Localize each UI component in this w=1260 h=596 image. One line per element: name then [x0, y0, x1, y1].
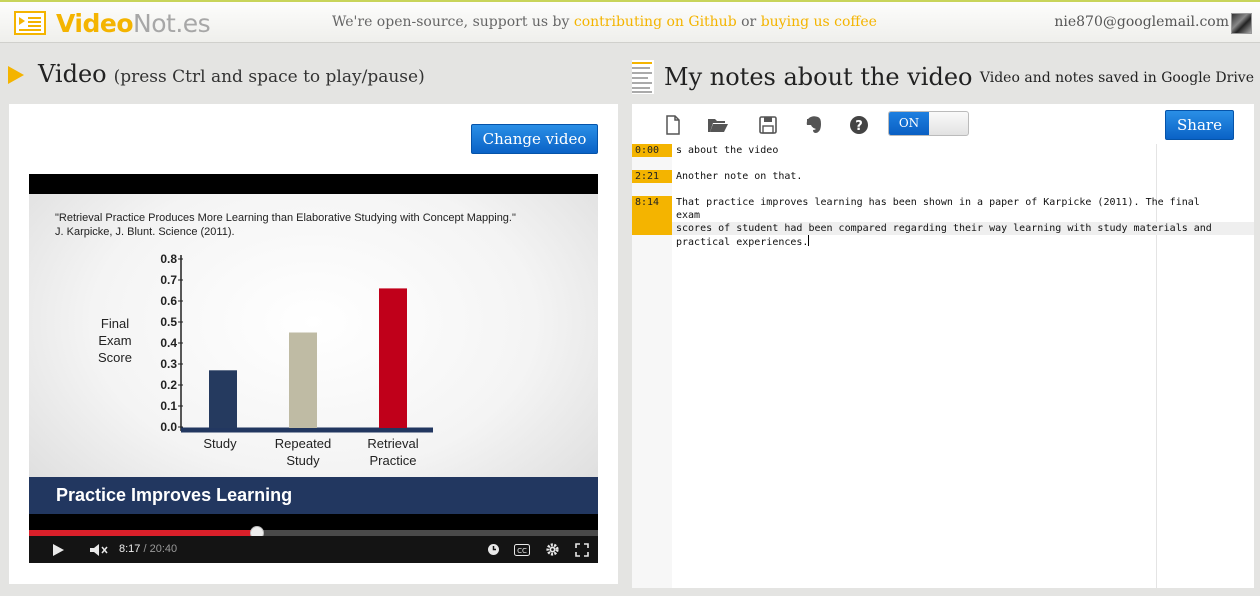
- notes-section-header: My notes about the video: [632, 60, 973, 94]
- svg-text:CC: CC: [517, 547, 527, 555]
- video-panel: Change video 0.0 0.1 0.2 0.3 0.4 0.5 0.6 0.7 0.8…: [9, 104, 618, 584]
- player-controls: 8:17 / 20:40 CC: [29, 536, 598, 563]
- chart-y-tick-label: 0.2: [160, 378, 177, 392]
- chart-x-label: Practice: [370, 453, 417, 468]
- chart-y-tick-label: 0.0: [160, 420, 177, 434]
- notes-icon: [632, 60, 654, 94]
- evernote-button[interactable]: [803, 114, 825, 136]
- video-section-title: Video: [38, 60, 107, 88]
- video-frame: 0.0 0.1 0.2 0.3 0.4 0.5 0.6 0.7 0.8 Final Exam Scor…: [29, 194, 598, 514]
- save-button[interactable]: [757, 114, 779, 136]
- chart-y-tick-label: 0.3: [160, 357, 177, 371]
- share-button[interactable]: Share: [1165, 110, 1234, 140]
- chart-y-tick-label: 0.6: [160, 294, 177, 308]
- video-hint: (press Ctrl and space to play/pause): [113, 67, 425, 87]
- video-player[interactable]: 0.0 0.1 0.2 0.3 0.4 0.5 0.6 0.7 0.8 Final Exam Scor…: [29, 174, 598, 563]
- sync-toggle[interactable]: ON: [888, 111, 969, 136]
- note-timestamp[interactable]: 2:21: [632, 170, 672, 183]
- fullscreen-button[interactable]: [571, 536, 593, 563]
- chart-bar: [379, 288, 407, 428]
- notes-toolbar: ? ON Share: [632, 104, 1254, 144]
- play-triangle-icon: [8, 66, 24, 84]
- note-text[interactable]: s about the video: [676, 144, 1216, 157]
- text-caret: [808, 235, 810, 246]
- note-text[interactable]: Another note on that.: [676, 170, 1216, 183]
- settings-button[interactable]: [541, 536, 563, 563]
- time-display: 8:17 / 20:40: [119, 543, 178, 555]
- volume-button[interactable]: [85, 536, 113, 563]
- chart-y-label: Final: [101, 316, 129, 331]
- chart-y-tick-label: 0.5: [160, 315, 177, 329]
- captions-button[interactable]: CC: [511, 536, 533, 563]
- slide-citation: "Retrieval Practice Produces More Learni…: [55, 212, 516, 238]
- chart-y-tick-label: 0.1: [160, 399, 177, 413]
- slide-chart: 0.0 0.1 0.2 0.3 0.4 0.5 0.6 0.7 0.8 Final Exam Scor…: [98, 252, 433, 468]
- chart-x-label: Repeated: [275, 436, 331, 451]
- note-row[interactable]: 8:14 That practice improves learning has…: [632, 196, 1254, 248]
- clock-icon: [487, 544, 499, 555]
- new-note-button[interactable]: [662, 114, 684, 136]
- logo[interactable]: VideoNot.es: [14, 6, 211, 40]
- chart-bar: [209, 370, 237, 428]
- evernote-icon: [806, 116, 821, 133]
- chart-y-tick-label: 0.4: [160, 336, 177, 350]
- change-video-button[interactable]: Change video: [471, 124, 598, 154]
- note-row[interactable]: 2:21 Another note on that.: [632, 170, 1254, 183]
- chart-y-label: Exam: [98, 333, 131, 348]
- open-folder-icon: [708, 119, 728, 132]
- toggle-on-label: ON: [889, 112, 929, 135]
- play-button[interactable]: [43, 536, 73, 563]
- chart-y-label: Score: [98, 350, 132, 365]
- gear-icon: [545, 543, 559, 556]
- slide-banner-text: Practice Improves Learning: [56, 485, 293, 505]
- chart-x-label: Study: [286, 453, 320, 468]
- video-section-header: Video (press Ctrl and space to play/paus…: [8, 60, 425, 88]
- chart-y-tick-label: 0.7: [160, 273, 177, 287]
- chart-x-label: Study: [203, 436, 237, 451]
- help-icon: ?: [850, 116, 868, 134]
- user-email[interactable]: nie870@googlemail.com: [1054, 14, 1229, 30]
- watch-later-button[interactable]: [483, 536, 503, 563]
- logo-icon: [14, 11, 46, 35]
- volume-icon: [90, 543, 108, 556]
- avatar[interactable]: [1231, 13, 1252, 34]
- save-icon: [759, 116, 777, 134]
- svg-text:?: ?: [855, 119, 863, 134]
- chart-bar: [289, 332, 317, 428]
- slide-banner: Practice Improves Learning: [29, 477, 598, 514]
- top-bar: VideoNot.es We're open-source, support u…: [0, 0, 1260, 43]
- note-text[interactable]: That practice improves learning has been…: [676, 196, 1216, 249]
- tagline: We're open-source, support us by contrib…: [332, 14, 877, 30]
- help-button[interactable]: ?: [848, 114, 870, 136]
- note-timestamp[interactable]: 8:14: [632, 196, 672, 235]
- logo-text: VideoNot.es: [56, 8, 211, 38]
- notes-section-title: My notes about the video: [664, 63, 973, 91]
- fullscreen-icon: [575, 542, 589, 557]
- captions-icon: CC: [514, 543, 530, 556]
- note-timestamp[interactable]: 0:00: [632, 144, 672, 157]
- github-link[interactable]: contributing on Github: [574, 14, 737, 30]
- saved-status: Video and notes saved in Google Drive: [979, 70, 1254, 86]
- play-icon: [53, 543, 64, 556]
- new-file-icon: [666, 115, 680, 135]
- note-row[interactable]: 0:00 s about the video: [632, 144, 1254, 157]
- notes-panel: ? ON Share 0:00 s about the video 2:21 A…: [632, 104, 1254, 588]
- chart-x-label: Retrieval: [367, 436, 418, 451]
- open-button[interactable]: [707, 114, 729, 136]
- chart-y-tick-label: 0.8: [160, 252, 177, 266]
- coffee-link[interactable]: buying us coffee: [761, 14, 877, 30]
